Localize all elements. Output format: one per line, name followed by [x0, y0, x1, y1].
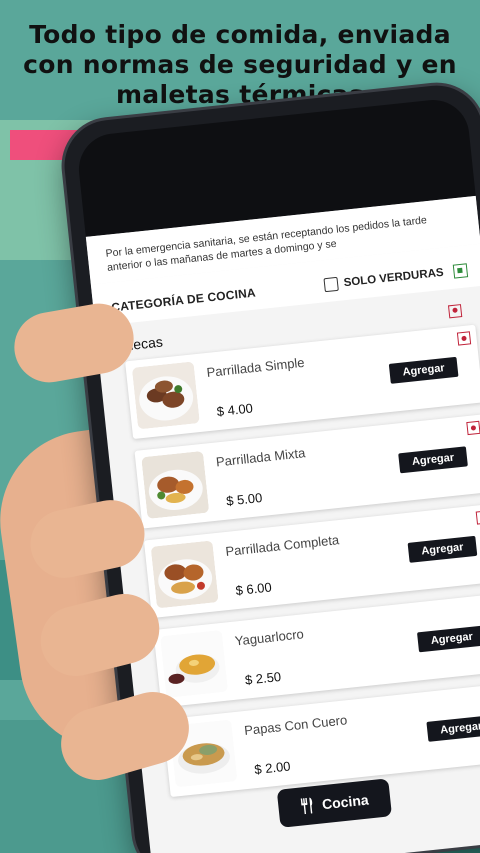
item-name: Parrillada Completa: [224, 532, 340, 559]
item-price: $ 4.00: [216, 400, 254, 420]
add-to-cart-button[interactable]: Agregar: [417, 625, 480, 653]
add-to-cart-button[interactable]: Agregar: [388, 356, 459, 384]
item-price: $ 5.00: [225, 489, 263, 509]
food-image: [131, 361, 200, 430]
item-price: $ 2.00: [253, 758, 292, 778]
category-label[interactable]: CATEGORÍA DE COCINA: [111, 285, 257, 314]
add-to-cart-button[interactable]: Agregar: [398, 446, 468, 474]
kitchen-button-label[interactable]: Cocina: [321, 791, 369, 812]
item-price: $ 6.00: [234, 579, 273, 599]
veg-indicator-icon: [452, 263, 469, 279]
kitchen-button[interactable]: Cocina: [276, 778, 393, 828]
non-veg-indicator-icon: [475, 510, 480, 525]
food-image: [150, 540, 219, 609]
item-name: Parrillada Mixta: [215, 445, 306, 470]
veg-only-filter[interactable]: SOLO VERDURAS: [323, 263, 469, 293]
item-price: $ 2.50: [244, 668, 282, 688]
item-name: Yaguarlocro: [234, 626, 305, 649]
veg-only-label[interactable]: SOLO VERDURAS: [343, 267, 444, 289]
add-to-cart-button[interactable]: Agregar: [407, 535, 478, 563]
item-name: Parrillada Simple: [205, 354, 306, 380]
veg-only-checkbox[interactable]: [323, 276, 339, 293]
headline-line: Todo tipo de comida, enviada: [29, 20, 451, 49]
non-veg-indicator-icon: [456, 331, 472, 346]
non-veg-indicator-icon: [466, 420, 480, 436]
utensils-icon: [300, 797, 312, 815]
item-name: Papas Con Cuero: [243, 712, 348, 739]
add-to-cart-button[interactable]: Agregar: [426, 714, 480, 742]
headline-line: con normas de seguridad y en: [23, 50, 457, 79]
non-veg-indicator-icon: [447, 303, 463, 318]
food-image: [141, 450, 210, 519]
food-image: [159, 629, 229, 699]
